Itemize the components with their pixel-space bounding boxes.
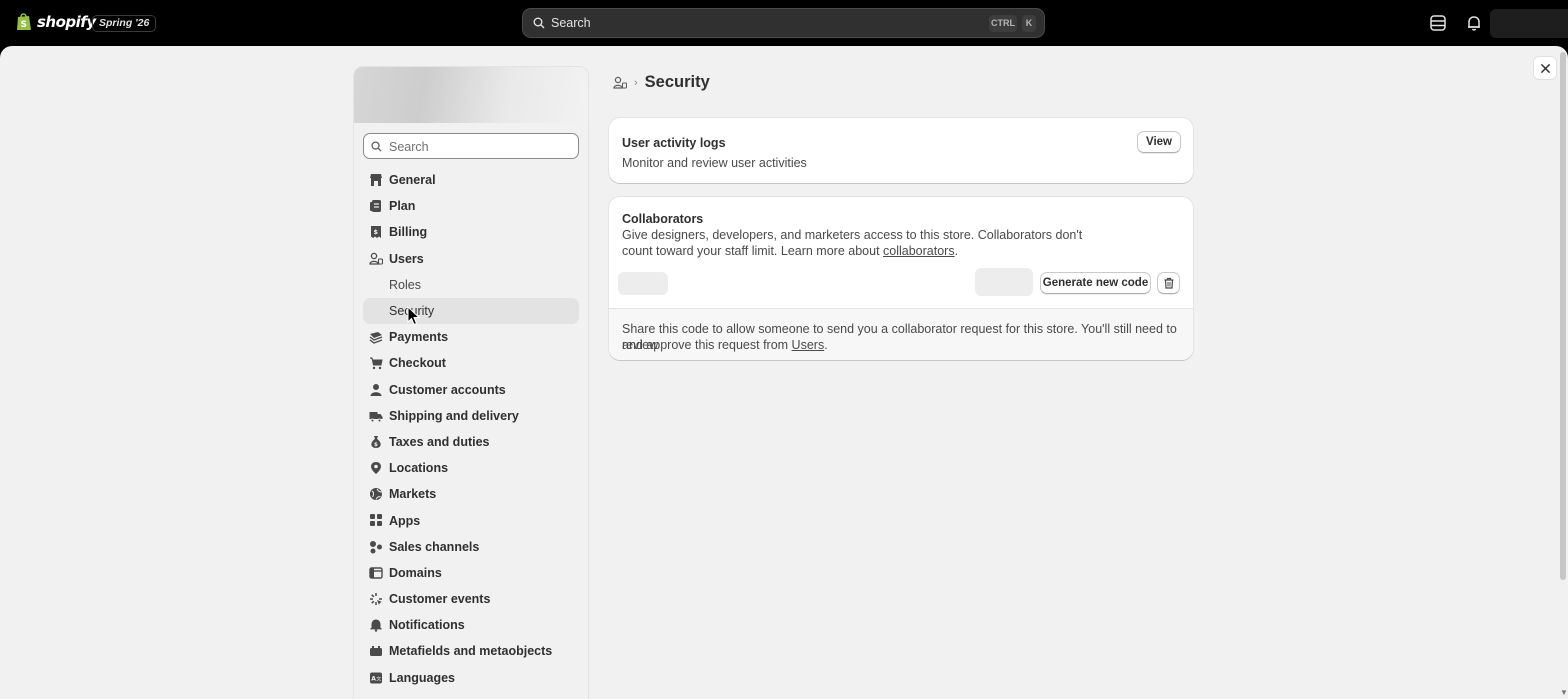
close-button[interactable] [1533,56,1557,80]
breadcrumb: › Security [613,73,710,92]
sidebar-item-roles[interactable]: Roles [363,272,579,298]
sidebar-item-notifications[interactable]: Notifications [363,612,579,638]
card-title: User activity logs [622,136,726,150]
chevron-right-icon: › [634,76,638,89]
metafields-icon [370,646,382,657]
sidebar-item-customer-events[interactable]: Customer events [363,586,579,612]
collaborators-footer: Share this code to allow someone to send… [609,308,1193,360]
mouse-cursor-icon [407,306,421,326]
receipt-icon: $ [371,226,381,239]
svg-text:$: $ [374,442,378,448]
payments-icon [369,332,383,344]
footer-text: and approve this request from [622,338,792,352]
settings-nav: General Plan $ Billing Users Roles Secur… [363,167,579,691]
card-description-line2: count toward your staff limit. Learn mor… [622,243,958,259]
sidebar-item-metafields[interactable]: Metafields and metaobjects [363,638,579,664]
sidebar-item-users[interactable]: Users [363,246,579,272]
plan-icon [370,200,381,213]
sidebar-item-taxes[interactable]: $ Taxes and duties [363,429,579,455]
sidebar-item-billing[interactable]: $ Billing [363,219,579,245]
generate-new-code-button[interactable]: Generate new code [1040,272,1151,294]
account-menu[interactable] [1490,9,1568,38]
truck-icon [369,411,383,423]
sidebar-item-sales-channels[interactable]: Sales channels [363,534,579,560]
copy-code-placeholder[interactable] [975,268,1033,296]
footer-suffix: . [824,338,828,352]
scrollbar-thumb[interactable] [1560,52,1566,580]
shortcut-ctrl-key: CTRL [989,15,1017,32]
collaborator-code-placeholder [618,272,668,295]
globe-icon [370,488,382,501]
edition-badge[interactable]: Spring '26 [92,15,157,32]
description-suffix: . [954,244,959,258]
view-button[interactable]: View [1137,131,1181,153]
store-icon [370,174,382,186]
person-icon [370,383,382,396]
shopify-logo[interactable]: S shopify [16,12,96,31]
events-icon [370,593,382,605]
shortcut-k-key: K [1022,15,1036,32]
trash-icon [1164,277,1173,289]
cart-icon [370,357,383,370]
footer-text-line2: and approve this request from Users. [622,337,828,353]
location-icon [371,462,381,475]
sidebar-item-security[interactable]: Security [363,297,579,325]
sidebar-item-languages[interactable]: A文 Languages [363,665,579,691]
sidebar-item-customer-accounts[interactable]: Customer accounts [363,377,579,403]
shopify-bag-icon: S [17,13,31,30]
sidebar-item-locations[interactable]: Locations [363,455,579,481]
svg-text:S: S [21,20,27,30]
collaborators-card: Collaborators Give designers, developers… [609,197,1193,360]
card-title: Collaborators [622,212,704,226]
sidebar-item-domains[interactable]: Domains [363,560,579,586]
channels-icon [370,540,382,554]
user-activity-logs-card: User activity logs Monitor and review us… [609,118,1193,183]
search-placeholder: Search [389,140,429,154]
sidebar-item-markets[interactable]: Markets [363,481,579,507]
sidebar-item-general[interactable]: General [363,167,579,193]
card-description: Monitor and review user activities [622,156,807,170]
users-icon[interactable] [613,76,627,90]
bell-icon[interactable] [1465,14,1483,32]
users-icon [369,252,383,265]
tax-icon: $ [371,435,381,448]
search-label: Search [551,16,591,30]
languages-icon: A文 [370,672,382,684]
sidebar-item-shipping[interactable]: Shipping and delivery [363,403,579,429]
description-text: count toward your staff limit. Learn mor… [622,244,884,258]
page-title: Security [644,73,710,91]
collaborators-link[interactable]: collaborators [883,244,955,258]
svg-text:文: 文 [376,675,381,682]
store-status-icon[interactable] [1429,14,1447,32]
svg-text:$: $ [374,228,379,236]
sidebar-item-apps[interactable]: Apps [363,507,579,533]
sidebar-item-plan[interactable]: Plan [363,193,579,219]
close-icon [1540,63,1551,74]
store-header[interactable] [354,67,588,123]
settings-page: Search General Plan $ Billing Users Role… [0,46,1568,699]
top-bar: S shopify Spring '26 Search CTRL K [0,0,1568,46]
scroll-down-icon[interactable]: ▼ [1560,688,1568,697]
global-search-input[interactable]: Search CTRL K [522,8,1045,38]
users-link[interactable]: Users [792,338,825,352]
page-scrollbar[interactable]: ▼ [1559,46,1568,699]
search-icon [533,17,545,29]
domain-icon [369,567,383,579]
delete-code-button[interactable] [1157,272,1180,294]
search-icon [371,141,382,152]
sidebar-item-checkout[interactable]: Checkout [363,350,579,376]
apps-icon [370,514,382,527]
settings-search-input[interactable]: Search [363,133,579,159]
settings-sidebar: Search General Plan $ Billing Users Role… [353,66,589,699]
sidebar-item-payments[interactable]: Payments [363,324,579,350]
card-description-line1: Give designers, developers, and marketer… [622,228,1083,242]
bell-icon [370,619,382,632]
brand-name: shopify [37,12,96,31]
